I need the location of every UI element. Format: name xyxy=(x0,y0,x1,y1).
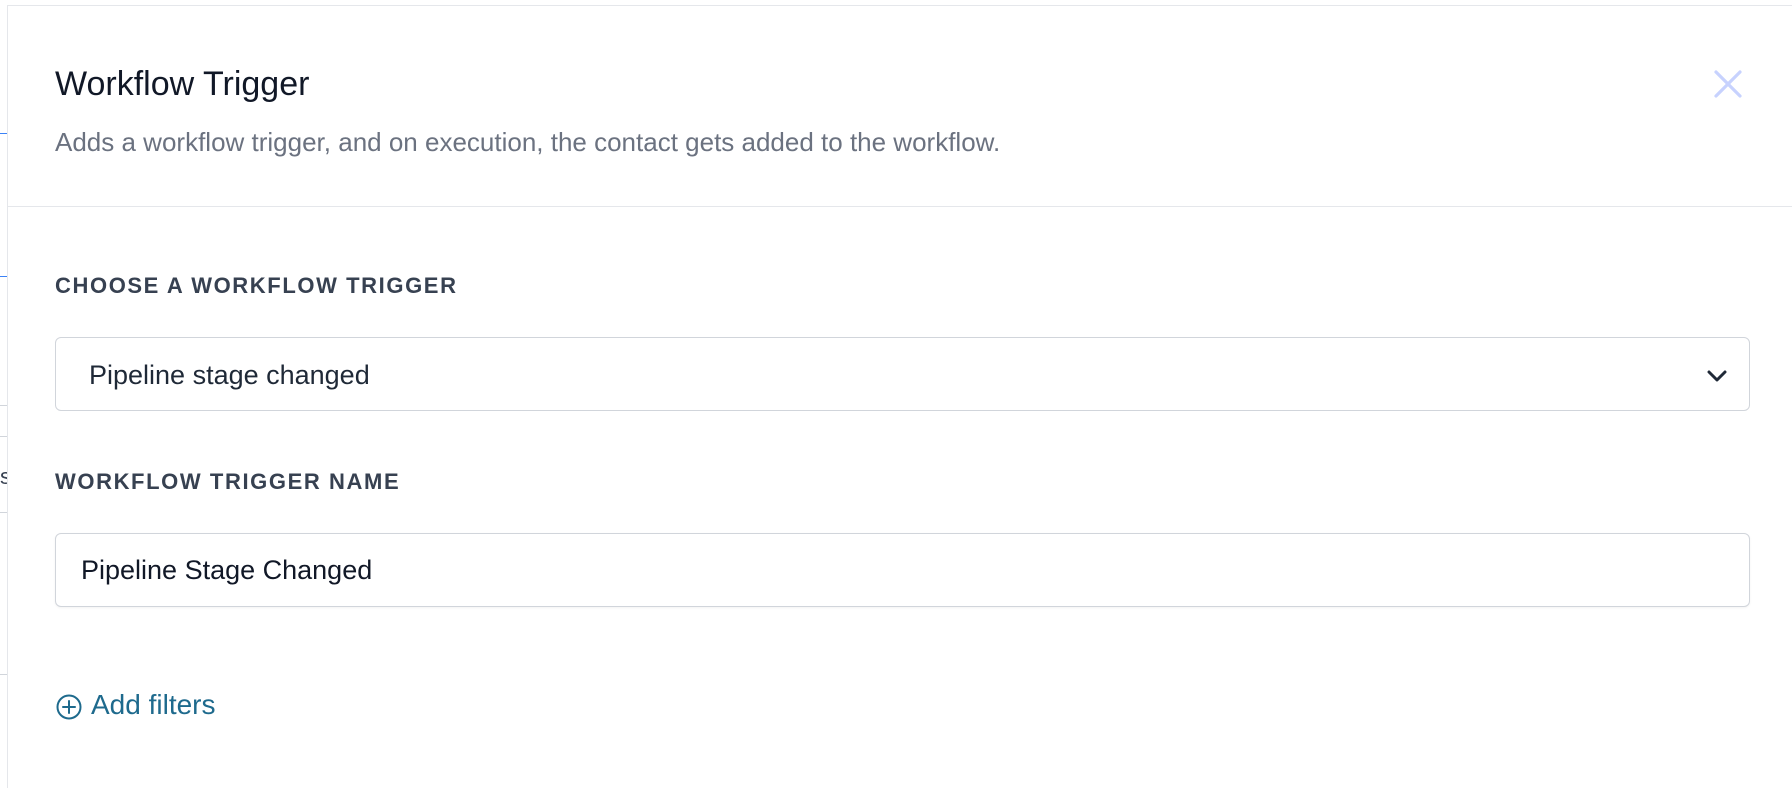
add-filters-label: Add filters xyxy=(91,689,216,720)
plus-circle-icon xyxy=(56,694,82,719)
add-filters-button[interactable]: Add filters xyxy=(55,687,216,723)
workflow-trigger-selected-value: Pipeline stage changed xyxy=(89,360,370,390)
panel-title: Workflow Trigger xyxy=(55,65,310,103)
trigger-name-label: WORKFLOW TRIGGER NAME xyxy=(55,469,401,494)
workflow-trigger-name-input[interactable] xyxy=(55,533,1750,607)
workflow-trigger-select[interactable]: Pipeline stage changed xyxy=(55,337,1750,411)
workflow-trigger-panel: Workflow Trigger Adds a workflow trigger… xyxy=(7,5,1792,788)
panel-subtitle: Adds a workflow trigger, and on executio… xyxy=(55,127,1001,157)
chevron-down-icon xyxy=(1707,370,1727,382)
close-icon xyxy=(1714,70,1742,98)
panel-header: Workflow Trigger Adds a workflow trigger… xyxy=(8,6,1792,207)
close-button[interactable] xyxy=(1706,62,1750,106)
trigger-select-label: CHOOSE A WORKFLOW TRIGGER xyxy=(55,273,458,298)
